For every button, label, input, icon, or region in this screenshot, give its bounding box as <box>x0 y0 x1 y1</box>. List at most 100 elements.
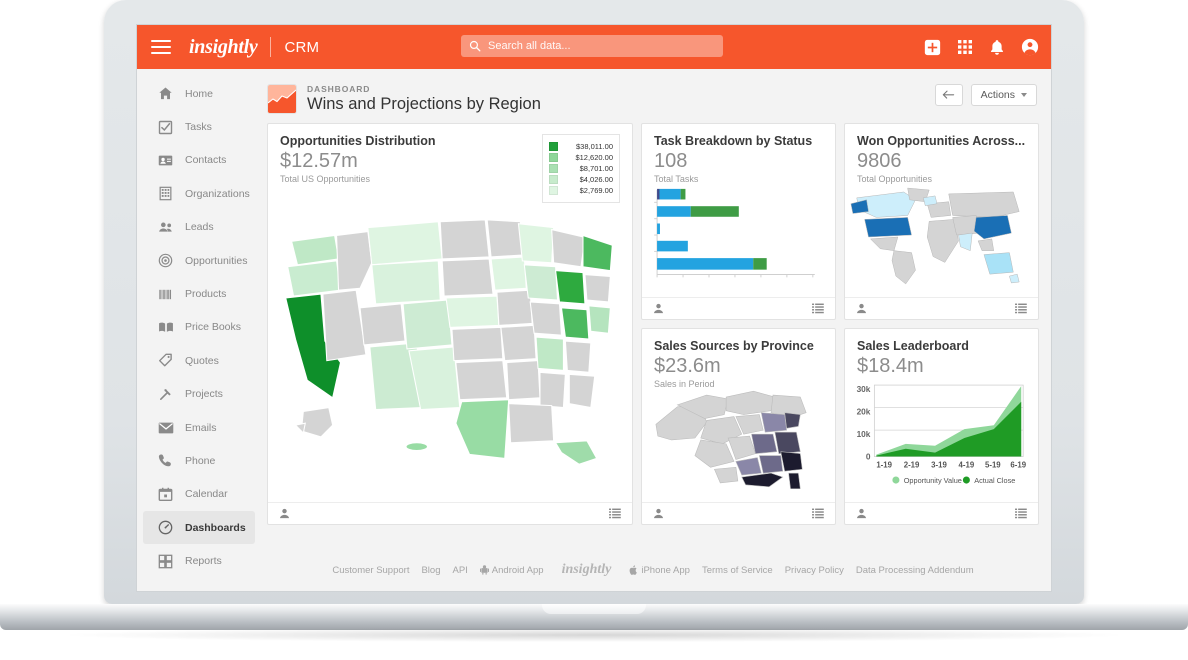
actions-button[interactable]: Actions <box>971 84 1037 106</box>
brand-logo[interactable]: insightly <box>189 36 257 59</box>
sidebar-item-label: Opportunities <box>185 255 247 267</box>
sidebar-item-tasks[interactable]: Tasks <box>143 110 255 143</box>
x-tick-6: 6-19 <box>1010 460 1026 469</box>
reports-grid-icon <box>157 553 174 570</box>
card-title: Task Breakdown by Status <box>654 134 823 148</box>
footer-link-data-processing-addendum[interactable]: Data Processing Addendum <box>856 565 974 576</box>
sidebar-item-projects[interactable]: Projects <box>143 378 255 411</box>
list-view-icon[interactable] <box>609 508 621 519</box>
card-footer <box>642 502 835 524</box>
card-body: Sales Leaderboard $18.4m 30k 20k 10k <box>845 329 1038 502</box>
sidebar-item-phone[interactable]: Phone <box>143 444 255 477</box>
app-body: Home Tasks Contacts <box>137 69 1051 592</box>
sidebar-item-contacts[interactable]: Contacts <box>143 144 255 177</box>
task-breakdown-bar-chart[interactable] <box>648 186 820 286</box>
card-title: Sales Leaderboard <box>857 339 1026 353</box>
notifications-bell-icon[interactable] <box>989 39 1005 56</box>
sales-leaderboard-area-chart[interactable]: 30k 20k 10k 0 <box>845 377 1031 495</box>
sidebar-item-products[interactable]: Products <box>143 277 255 310</box>
footer-link-api[interactable]: API <box>452 565 467 576</box>
laptop-mockup: insightly CRM Search all data... <box>0 0 1188 660</box>
search-icon <box>469 40 481 52</box>
owner-person-icon[interactable] <box>653 508 664 519</box>
card-sales-sources[interactable]: Sales Sources by Province $23.6m Sales i… <box>641 328 836 525</box>
sidebar-item-label: Price Books <box>185 321 241 333</box>
y-tick-20k: 20k <box>857 406 871 416</box>
calendar-icon <box>157 486 174 503</box>
account-icon[interactable] <box>1021 38 1039 56</box>
sidebar-item-label: Emails <box>185 422 217 434</box>
card-body: Opportunities Distribution $12.57m Total… <box>268 124 632 502</box>
search-input[interactable]: Search all data... <box>461 35 723 57</box>
sidebar-item-calendar[interactable]: Calendar <box>143 478 255 511</box>
sidebar-item-label: Dashboards <box>185 522 246 534</box>
owner-person-icon[interactable] <box>653 303 664 314</box>
world-choropleth-map[interactable] <box>847 182 1027 290</box>
card-metric: 9806 <box>857 150 1026 173</box>
list-view-icon[interactable] <box>812 508 824 519</box>
sidebar-item-dashboards[interactable]: Dashboards <box>143 511 255 544</box>
sidebar-item-label: Contacts <box>185 154 226 166</box>
sidebar-item-quotes[interactable]: Quotes <box>143 344 255 377</box>
card-task-breakdown[interactable]: Task Breakdown by Status 108 Total Tasks <box>641 123 836 320</box>
legend-swatch <box>549 186 558 195</box>
footer-link-iphone-app[interactable]: iPhone App <box>629 565 690 576</box>
legend-value: $4,026.00 <box>563 175 613 184</box>
apps-grid-icon[interactable] <box>957 39 973 55</box>
x-tick-2: 2-19 <box>904 460 920 469</box>
page-kicker: DASHBOARD <box>307 84 541 94</box>
legend-label-actual-close: Actual Close <box>974 476 1015 485</box>
sidebar-item-opportunities[interactable]: Opportunities <box>143 244 255 277</box>
opportunities-target-icon <box>157 252 174 269</box>
legend-item: $12,620.00 <box>549 152 613 163</box>
brand-divider <box>270 37 271 57</box>
owner-person-icon[interactable] <box>856 508 867 519</box>
card-footer <box>845 502 1038 524</box>
china-choropleth-map[interactable] <box>652 383 812 495</box>
card-sales-leaderboard[interactable]: Sales Leaderboard $18.4m 30k 20k 10k <box>844 328 1039 525</box>
sidebar-item-reports[interactable]: Reports <box>143 544 255 577</box>
back-button[interactable] <box>935 84 963 106</box>
sidebar-item-label: Products <box>185 288 226 300</box>
sidebar-item-organizations[interactable]: Organizations <box>143 177 255 210</box>
sidebar-item-home[interactable]: Home <box>143 77 255 110</box>
android-icon <box>480 565 489 575</box>
y-tick-10k: 10k <box>857 429 871 439</box>
footer-link-privacy-policy[interactable]: Privacy Policy <box>785 565 844 576</box>
legend-dot-actual-close <box>963 477 970 484</box>
legend-item: $2,769.00 <box>549 185 613 196</box>
laptop-notch <box>542 604 646 614</box>
footer-link-terms-of-service[interactable]: Terms of Service <box>702 565 773 576</box>
owner-person-icon[interactable] <box>856 303 867 314</box>
list-view-icon[interactable] <box>1015 508 1027 519</box>
x-tick-5: 5-19 <box>985 460 1001 469</box>
list-view-icon[interactable] <box>1015 303 1027 314</box>
owner-person-icon[interactable] <box>279 508 290 519</box>
footer-link-android-app[interactable]: Android App <box>480 565 544 576</box>
home-icon <box>157 85 174 102</box>
sidebar-item-price-books[interactable]: Price Books <box>143 311 255 344</box>
main-content: DASHBOARD Wins and Projections by Region… <box>261 69 1051 592</box>
add-icon[interactable] <box>924 39 941 56</box>
card-opportunities-distribution[interactable]: Opportunities Distribution $12.57m Total… <box>267 123 633 525</box>
list-view-icon[interactable] <box>812 303 824 314</box>
footer-link-customer-support[interactable]: Customer Support <box>332 565 409 576</box>
sidebar-item-leads[interactable]: Leads <box>143 211 255 244</box>
legend-swatch <box>549 164 558 173</box>
footer-link-blog[interactable]: Blog <box>421 565 440 576</box>
chevron-down-icon <box>1021 93 1027 97</box>
products-barcode-icon <box>157 286 174 303</box>
sidebar-item-emails[interactable]: Emails <box>143 411 255 444</box>
app-name-label: CRM <box>284 39 319 56</box>
card-won-opportunities[interactable]: Won Opportunities Across... 9806 Total O… <box>844 123 1039 320</box>
sidebar-nav: Home Tasks Contacts <box>137 69 261 592</box>
us-choropleth-map[interactable] <box>274 198 626 488</box>
page-title: Wins and Projections by Region <box>307 95 541 114</box>
card-body: Task Breakdown by Status 108 Total Tasks <box>642 124 835 297</box>
tasks-checkbox-icon <box>157 119 174 136</box>
hamburger-menu-icon[interactable] <box>151 40 171 54</box>
contacts-card-icon <box>157 152 174 169</box>
map-legend: $38,011.00 $12,620.00 $8,701.00 <box>542 134 620 203</box>
sidebar-item-label: Organizations <box>185 188 250 200</box>
sidebar-item-label: Phone <box>185 455 215 467</box>
